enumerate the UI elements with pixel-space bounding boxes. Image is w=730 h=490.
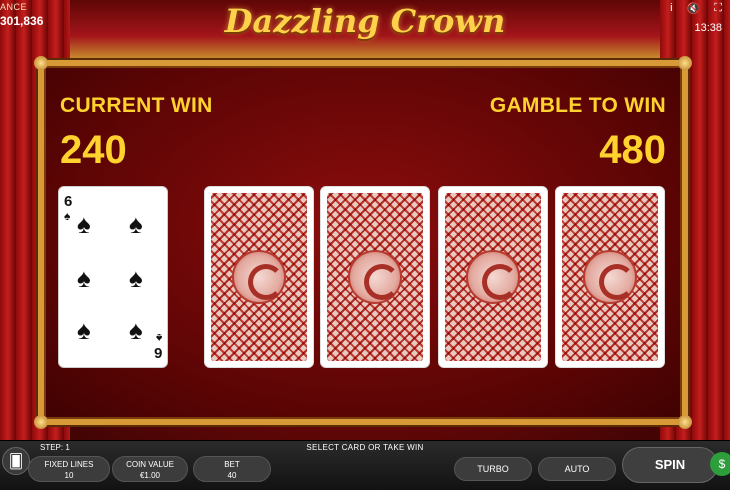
game-logo: Dazzling Crown [224, 2, 506, 40]
gamble-to-win-label: GAMBLE TO WIN [489, 94, 666, 117]
panel-corner-ornament [678, 56, 692, 70]
spade-icon: ♠ [77, 263, 91, 293]
panel-corner-ornament [34, 56, 48, 70]
take-win-icon[interactable]: $ [710, 452, 730, 476]
turbo-button[interactable]: TURBO [454, 457, 532, 481]
bet-value: 40 [227, 471, 237, 480]
hud-icons: i 🔇 ⛶ [670, 2, 722, 15]
gamble-to-win-value: 480 [599, 128, 666, 172]
spade-icon: ♠ [129, 315, 143, 345]
hidden-card-3[interactable] [438, 186, 548, 368]
card-emblem-icon [348, 250, 402, 304]
card-back-pattern [327, 193, 423, 361]
open-card: 6 ♠ ♠ ♠ ♠ ♠ ♠ ♠ ♠ 6 [58, 186, 168, 368]
hidden-card-2[interactable] [320, 186, 430, 368]
coin-value-label: COIN VALUE [126, 460, 174, 469]
coin-value-value: €1.00 [139, 471, 161, 480]
spade-icon: ♠ [77, 315, 91, 345]
card-back-pattern [445, 193, 541, 361]
panel-corner-ornament [34, 415, 48, 429]
spade-icon: ♠ [77, 209, 91, 239]
panel-corner-ornament [678, 415, 692, 429]
hidden-card-1[interactable] [204, 186, 314, 368]
fixed-lines-display: FIXED LINES 10 [28, 456, 110, 482]
clock: 13:38 [694, 22, 722, 34]
fixed-lines-label: FIXED LINES [44, 460, 94, 469]
card-rank: 6 [153, 344, 162, 361]
spade-icon: ♠ [155, 331, 162, 345]
info-icon[interactable]: i [670, 2, 672, 15]
spade-icon: ♠ [129, 209, 143, 239]
spade-icon: ♠ [129, 263, 143, 293]
card-back-pattern [211, 193, 307, 361]
gamble-panel: CURRENT WIN 240 GAMBLE TO WIN 480 6 ♠ ♠ … [34, 56, 692, 429]
mute-icon[interactable]: 🔇 [687, 2, 701, 15]
card-emblem-icon [466, 250, 520, 304]
card-back-pattern [562, 193, 658, 361]
card-emblem-icon [583, 250, 637, 304]
current-win-label: CURRENT WIN [60, 94, 213, 117]
status-message: SELECT CARD OR TAKE WIN [306, 443, 424, 452]
auto-button[interactable]: AUTO [538, 457, 616, 481]
fixed-lines-value: 10 [64, 471, 74, 480]
hidden-card-4[interactable] [555, 186, 665, 368]
card-emblem-icon [232, 250, 286, 304]
spade-icon: ♠ [64, 209, 71, 223]
coin-value-selector[interactable]: COIN VALUE €1.00 [112, 456, 188, 482]
bet-label: BET [224, 460, 240, 469]
spin-button[interactable]: SPIN [622, 447, 718, 483]
bet-selector[interactable]: BET 40 [193, 456, 271, 482]
fullscreen-icon[interactable]: ⛶ [714, 2, 722, 15]
current-win-value: 240 [60, 128, 127, 172]
card-rank: 6 [64, 193, 73, 210]
